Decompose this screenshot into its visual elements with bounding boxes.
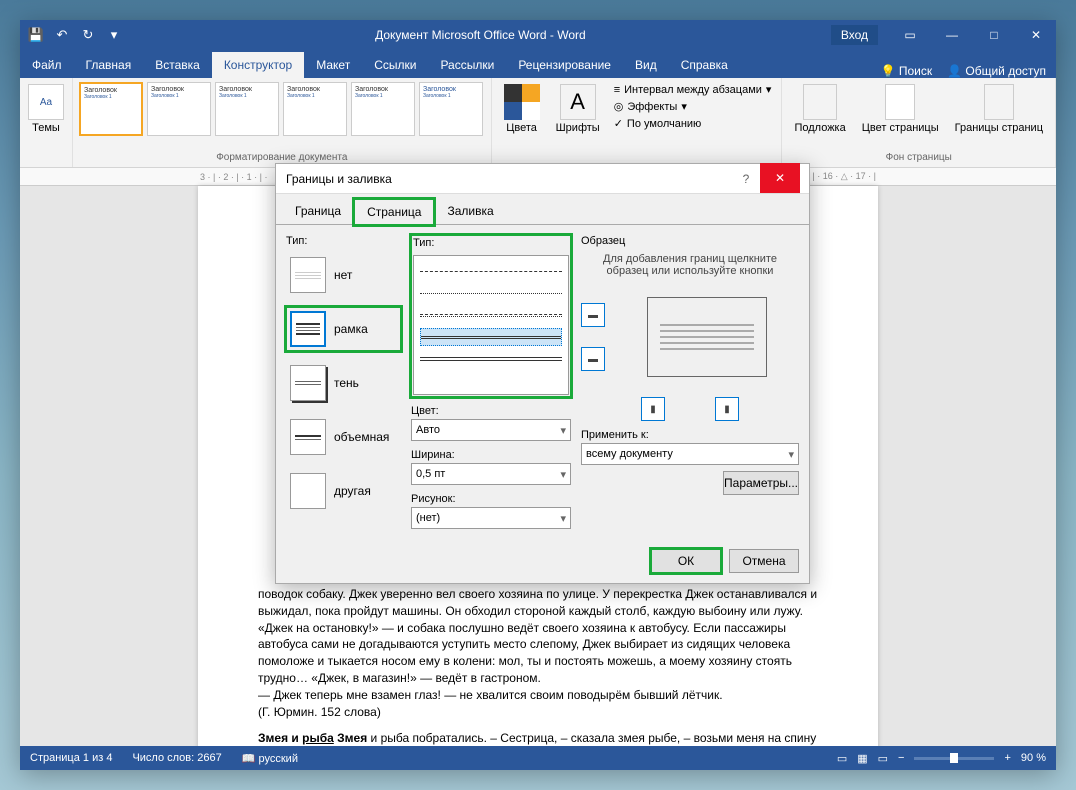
qa-more-icon[interactable]: ▾ — [106, 27, 122, 43]
view-read-icon[interactable]: ▭ — [837, 752, 847, 765]
format-doc-label: Форматирование документа — [79, 152, 485, 163]
cancel-button[interactable]: Отмена — [729, 549, 799, 573]
doc-paragraph: — Джек теперь мне взамен глаз! — не хвал… — [258, 687, 818, 704]
ribbon-options-icon[interactable]: ▭ — [890, 20, 930, 50]
help-icon[interactable]: ? — [732, 172, 760, 186]
view-print-icon[interactable]: ▦ — [857, 752, 867, 765]
type-custom[interactable]: другая — [286, 469, 401, 513]
style-preview-2[interactable]: ЗаголовокЗаголовок 1 — [147, 82, 211, 136]
type-none[interactable]: нет — [286, 253, 401, 297]
undo-icon[interactable]: ↶ — [54, 27, 70, 43]
tab-view[interactable]: Вид — [623, 52, 669, 78]
borders-dialog: Границы и заливка ? ✕ Граница Страница З… — [275, 163, 810, 584]
type-shadow[interactable]: тень — [286, 361, 401, 405]
page-borders-button[interactable]: Границы страниц — [949, 82, 1049, 136]
page-color-button[interactable]: Цвет страницы — [856, 82, 945, 136]
style-preview-5[interactable]: ЗаголовокЗаголовок 1 — [351, 82, 415, 136]
apply-label: Применить к: — [581, 429, 799, 441]
minimize-icon[interactable]: — — [932, 20, 972, 50]
border-bottom-toggle[interactable]: ▬ — [581, 347, 605, 371]
tab-insert[interactable]: Вставка — [143, 52, 212, 78]
tab-references[interactable]: Ссылки — [362, 52, 428, 78]
tab-help[interactable]: Справка — [669, 52, 740, 78]
dialog-tab-border[interactable]: Граница — [282, 198, 354, 224]
preview-label: Образец — [581, 235, 799, 247]
dialog-tab-page[interactable]: Страница — [354, 199, 434, 225]
style-list[interactable] — [413, 255, 569, 395]
type-box[interactable]: рамка — [286, 307, 401, 351]
dialog-title: Границы и заливка — [286, 172, 732, 186]
view-web-icon[interactable]: ▭ — [878, 752, 888, 765]
share-button[interactable]: 👤 Общий доступ — [947, 64, 1046, 78]
art-label: Рисунок: — [411, 493, 571, 505]
tab-layout[interactable]: Макет — [304, 52, 362, 78]
style-label: Тип: — [413, 237, 569, 249]
width-select[interactable]: 0,5 пт — [411, 463, 571, 485]
colors-button[interactable]: Цвета — [498, 82, 546, 136]
search-icon[interactable]: 💡 Поиск — [881, 64, 933, 78]
dialog-tab-fill[interactable]: Заливка — [434, 198, 506, 224]
color-select[interactable]: Авто — [411, 419, 571, 441]
doc-paragraph: Змея и рыба Змея и рыба побратались. – С… — [258, 730, 818, 746]
save-icon[interactable]: 💾 — [28, 27, 44, 43]
statusbar: Страница 1 из 4 Число слов: 2667 📖 русск… — [20, 746, 1056, 770]
themes-button[interactable]: Aa Темы — [26, 82, 66, 136]
tab-review[interactable]: Рецензирование — [506, 52, 623, 78]
art-select[interactable]: (нет) — [411, 507, 571, 529]
quick-access: 💾 ↶ ↻ ▾ — [20, 27, 130, 43]
doc-paragraph: (Г. Юрмин. 152 слова) — [258, 704, 818, 721]
style-preview-6[interactable]: ЗаголовокЗаголовок 1 — [419, 82, 483, 136]
zoom-level[interactable]: 90 % — [1021, 752, 1046, 764]
watermark-button[interactable]: Подложка — [788, 82, 851, 136]
border-top-toggle[interactable]: ▬ — [581, 303, 605, 327]
paragraph-spacing-button[interactable]: ≡ Интервал между абзацами ▾ — [610, 82, 776, 97]
page-count[interactable]: Страница 1 из 4 — [30, 752, 112, 764]
tab-home[interactable]: Главная — [74, 52, 144, 78]
close-icon[interactable]: ✕ — [1016, 20, 1056, 50]
preview-box[interactable] — [647, 297, 767, 377]
window-title: Документ Microsoft Office Word - Word — [130, 28, 831, 42]
border-left-toggle[interactable]: ▮ — [641, 397, 665, 421]
ok-button[interactable]: ОК — [651, 549, 721, 573]
page-bg-label: Фон страницы — [788, 152, 1049, 163]
tab-file[interactable]: Файл — [20, 52, 74, 78]
tab-design[interactable]: Конструктор — [212, 52, 304, 78]
zoom-slider[interactable] — [914, 757, 994, 760]
doc-paragraph: поводок собаку. Джек уверенно вел своего… — [258, 586, 818, 687]
tab-mailings[interactable]: Рассылки — [428, 52, 506, 78]
preview-hint: Для добавления границ щелкните образец и… — [581, 253, 799, 277]
ribbon-tabs: Файл Главная Вставка Конструктор Макет С… — [20, 50, 1056, 78]
set-default-button[interactable]: ✓ По умолчанию — [610, 116, 776, 131]
apply-select[interactable]: всему документу — [581, 443, 799, 465]
type-3d[interactable]: объемная — [286, 415, 401, 459]
word-count[interactable]: Число слов: 2667 — [132, 752, 221, 764]
effects-button[interactable]: ◎ Эффекты ▾ — [610, 99, 776, 114]
color-label: Цвет: — [411, 405, 571, 417]
language[interactable]: 📖 русский — [242, 752, 298, 765]
maximize-icon[interactable]: □ — [974, 20, 1014, 50]
style-preview-1[interactable]: ЗаголовокЗаголовок 1 — [79, 82, 143, 136]
type-label: Тип: — [286, 235, 401, 247]
style-preview-3[interactable]: ЗаголовокЗаголовок 1 — [215, 82, 279, 136]
redo-icon[interactable]: ↻ — [80, 27, 96, 43]
ribbon: Aa Темы ЗаголовокЗаголовок 1 ЗаголовокЗа… — [20, 78, 1056, 168]
width-label: Ширина: — [411, 449, 571, 461]
style-preview-4[interactable]: ЗаголовокЗаголовок 1 — [283, 82, 347, 136]
fonts-button[interactable]: A Шрифты — [550, 82, 606, 136]
params-button[interactable]: Параметры... — [723, 471, 799, 495]
dialog-close-icon[interactable]: ✕ — [760, 163, 800, 193]
border-right-toggle[interactable]: ▮ — [715, 397, 739, 421]
login-button[interactable]: Вход — [831, 25, 878, 45]
titlebar: 💾 ↶ ↻ ▾ Документ Microsoft Office Word -… — [20, 20, 1056, 50]
